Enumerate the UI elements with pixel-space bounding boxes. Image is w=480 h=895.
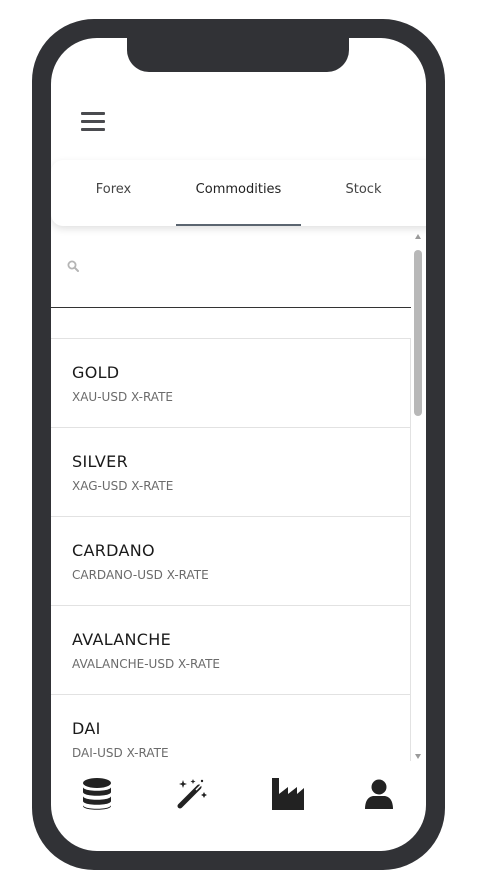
- list-scrollbar[interactable]: [413, 234, 423, 759]
- item-name: DAI: [72, 719, 101, 738]
- item-name: CARDANO: [72, 541, 155, 560]
- phone-notch: [127, 38, 349, 72]
- scrollbar-thumb[interactable]: [414, 250, 422, 416]
- tab-commodities[interactable]: Commodities: [176, 160, 301, 226]
- item-name: SILVER: [72, 452, 129, 471]
- database-icon[interactable]: [79, 776, 115, 812]
- list-item[interactable]: GOLD XAU-USD X-RATE: [51, 339, 410, 428]
- hamburger-menu-icon[interactable]: [81, 112, 105, 132]
- tab-forex[interactable]: Forex: [51, 160, 176, 226]
- item-rate: XAU-USD X-RATE: [72, 390, 173, 404]
- scroll-down-arrow-icon[interactable]: [415, 754, 421, 759]
- list-item[interactable]: DAI DAI-USD X-RATE: [51, 695, 410, 761]
- item-name: GOLD: [72, 363, 120, 382]
- tab-stock[interactable]: Stock: [301, 160, 426, 226]
- list-item[interactable]: CARDANO CARDANO-USD X-RATE: [51, 517, 410, 606]
- list-item[interactable]: SILVER XAG-USD X-RATE: [51, 428, 410, 517]
- scroll-up-arrow-icon[interactable]: [415, 234, 421, 239]
- item-rate: CARDANO-USD X-RATE: [72, 568, 209, 582]
- industry-icon[interactable]: [270, 776, 306, 812]
- item-name: AVALANCHE: [72, 630, 171, 649]
- item-rate: XAG-USD X-RATE: [72, 479, 174, 493]
- search-bar: [51, 226, 411, 308]
- phone-frame: Forex Commodities Stock GOLD XAU-USD X-R…: [32, 19, 445, 870]
- user-icon[interactable]: [361, 776, 397, 812]
- app-screen: Forex Commodities Stock GOLD XAU-USD X-R…: [51, 38, 426, 851]
- item-rate: AVALANCHE-USD X-RATE: [72, 657, 221, 671]
- tab-bar: Forex Commodities Stock: [51, 160, 426, 226]
- commodity-list: GOLD XAU-USD X-RATE SILVER XAG-USD X-RAT…: [51, 338, 411, 761]
- magic-wand-icon[interactable]: [174, 776, 210, 812]
- search-input[interactable]: [91, 252, 395, 282]
- list-item[interactable]: AVALANCHE AVALANCHE-USD X-RATE: [51, 606, 410, 695]
- bottom-navigation: [51, 760, 426, 826]
- item-rate: DAI-USD X-RATE: [72, 746, 169, 760]
- search-icon: [67, 260, 79, 272]
